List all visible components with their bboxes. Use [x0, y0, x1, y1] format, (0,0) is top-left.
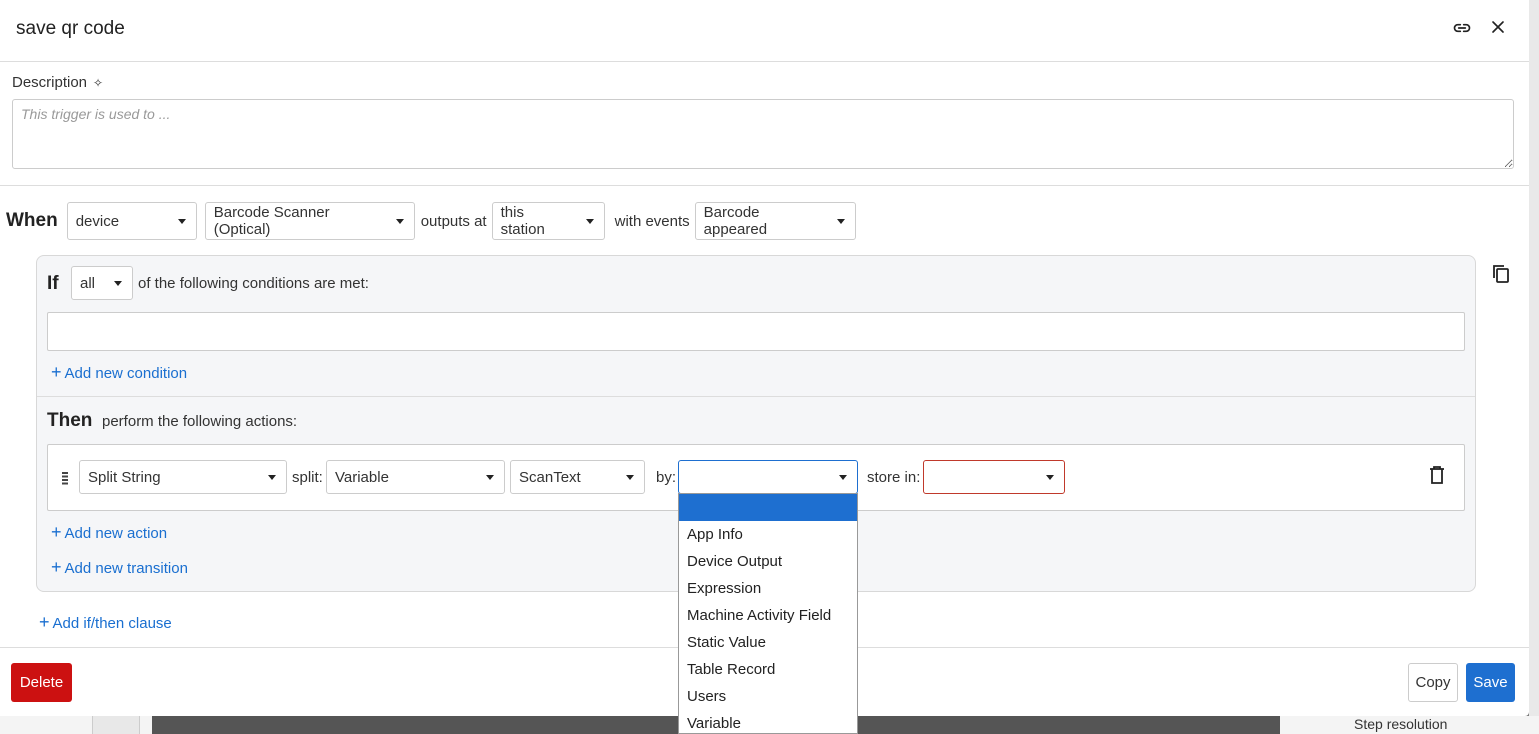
when-source-select[interactable]: device	[66, 202, 197, 240]
dropdown-option[interactable]: Machine Activity Field	[679, 602, 857, 629]
trash-icon[interactable]	[1429, 466, 1445, 484]
chevron-down-icon	[585, 218, 594, 224]
then-keyword: Then	[47, 410, 93, 431]
description-field[interactable]	[12, 99, 1514, 169]
chevron-down-icon	[395, 218, 404, 224]
by-dropdown-menu: App Info Device Output Expression Machin…	[678, 493, 858, 734]
with-events-text: with events	[614, 212, 690, 230]
dropdown-option[interactable]: Users	[679, 683, 857, 710]
split-label: split:	[292, 469, 323, 486]
description-label: Description ✧	[12, 74, 104, 91]
add-condition-link[interactable]: + Add new condition	[51, 362, 187, 383]
by-label: by:	[656, 469, 677, 486]
dropdown-option[interactable]: Variable	[679, 710, 857, 733]
split-value-select[interactable]: ScanText	[510, 460, 645, 494]
plus-icon: +	[51, 522, 62, 542]
plus-icon: +	[39, 612, 50, 632]
drag-handle-icon[interactable]	[61, 471, 69, 485]
chevron-down-icon	[1046, 474, 1054, 480]
condition-mode-select[interactable]: all	[71, 266, 133, 300]
plus-icon: +	[51, 362, 62, 382]
dropdown-option[interactable]: Static Value	[679, 629, 857, 656]
close-icon[interactable]	[1488, 17, 1508, 37]
device-select[interactable]: Barcode Scanner (Optical)	[204, 202, 415, 240]
split-source-select[interactable]: Variable	[326, 460, 505, 494]
save-button[interactable]: Save	[1466, 663, 1515, 702]
clause-divider	[37, 396, 1475, 397]
station-select[interactable]: this station	[491, 202, 605, 240]
condition-area[interactable]	[47, 312, 1465, 351]
chevron-down-icon	[268, 474, 276, 480]
chevron-down-icon	[839, 474, 847, 480]
copy-icon[interactable]	[1492, 264, 1510, 284]
when-row: When device Barcode Scanner (Optical) ou…	[6, 202, 856, 240]
dropdown-option[interactable]: Expression	[679, 575, 857, 602]
outputs-at-text: outputs at	[420, 212, 487, 230]
add-clause-link[interactable]: + Add if/then clause	[39, 612, 172, 633]
add-action-link[interactable]: + Add new action	[51, 522, 167, 543]
section-divider	[0, 185, 1529, 186]
chevron-down-icon	[486, 474, 494, 480]
background-panel	[1529, 0, 1539, 734]
by-select[interactable]	[678, 460, 858, 494]
dropdown-option-empty[interactable]	[679, 494, 857, 521]
delete-button[interactable]: Delete	[11, 663, 72, 702]
store-in-select[interactable]	[923, 460, 1065, 494]
dropdown-option[interactable]: Device Output	[679, 548, 857, 575]
link-icon[interactable]	[1451, 18, 1473, 38]
copy-button[interactable]: Copy	[1408, 663, 1458, 702]
when-keyword: When	[6, 210, 58, 231]
background-column	[92, 716, 140, 734]
chevron-down-icon	[114, 280, 122, 286]
action-type-select[interactable]: Split String	[79, 460, 287, 494]
dialog-header: save qr code	[0, 0, 1529, 62]
background-step-resolution: Step resolution	[1354, 716, 1448, 732]
dropdown-option[interactable]: Table Record	[679, 656, 857, 683]
add-transition-link[interactable]: + Add new transition	[51, 557, 188, 578]
dropdown-option[interactable]: App Info	[679, 521, 857, 548]
dialog-title: save qr code	[16, 18, 125, 39]
chevron-down-icon	[626, 474, 634, 480]
if-keyword: If	[47, 273, 59, 294]
plus-icon: +	[51, 557, 62, 577]
sparkle-icon[interactable]: ✧	[93, 76, 103, 90]
chevron-down-icon	[836, 218, 845, 224]
chevron-down-icon	[177, 218, 186, 224]
conditions-text: of the following conditions are met:	[138, 275, 369, 292]
actions-text: perform the following actions:	[102, 413, 298, 430]
event-select[interactable]: Barcode appeared	[694, 202, 856, 240]
store-in-label: store in:	[867, 469, 921, 486]
